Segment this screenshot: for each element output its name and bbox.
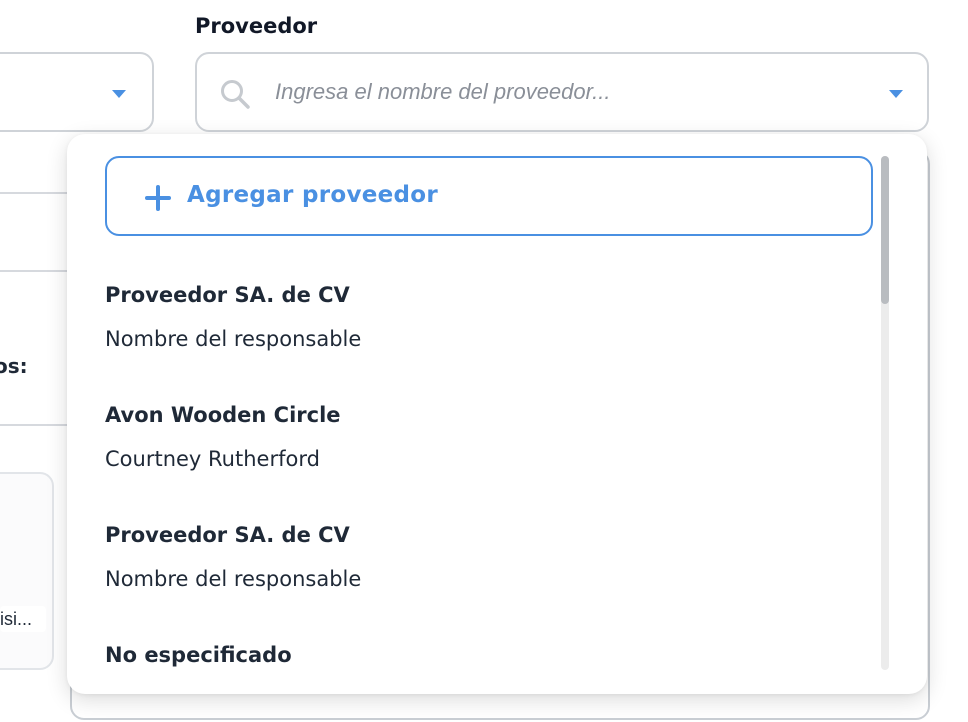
divider xyxy=(0,424,70,426)
search-icon xyxy=(221,80,250,109)
add-supplier-button[interactable]: Agregar proveedor xyxy=(105,156,873,236)
supplier-option[interactable]: Proveedor SA. de CV Nombre del responsab… xyxy=(105,280,865,354)
divider xyxy=(0,270,70,272)
left-select-field[interactable] xyxy=(0,52,154,132)
divider xyxy=(0,192,70,194)
supplier-option[interactable]: Avon Wooden Circle Courtney Rutherford xyxy=(105,400,865,474)
supplier-option[interactable]: Proveedor SA. de CV Nombre del responsab… xyxy=(105,520,865,594)
plus-icon xyxy=(145,185,171,211)
supplier-search-input[interactable] xyxy=(275,72,855,112)
supplier-option-name: Avon Wooden Circle xyxy=(105,403,341,427)
supplier-option-name: Proveedor SA. de CV xyxy=(105,523,350,547)
caret-down-icon[interactable] xyxy=(889,90,903,98)
dropdown-scrollbar[interactable] xyxy=(881,156,889,670)
chip-fragment: isi... xyxy=(0,606,46,632)
supplier-option-contact: Nombre del responsable xyxy=(105,567,362,591)
scrollbar-thumb[interactable] xyxy=(881,156,889,304)
add-supplier-label: Agregar proveedor xyxy=(187,182,439,208)
field-label-fragment: os: xyxy=(0,354,28,378)
supplier-search-field[interactable] xyxy=(195,52,929,132)
caret-down-icon xyxy=(112,90,126,98)
supplier-field-label: Proveedor xyxy=(195,14,318,38)
background-card xyxy=(0,472,54,670)
supplier-option-contact: Nombre del responsable xyxy=(105,327,362,351)
supplier-option[interactable]: No especificado xyxy=(105,640,865,670)
page: os: isi... Proveedor Agregar proveedor P… xyxy=(0,0,968,722)
supplier-option-contact: Courtney Rutherford xyxy=(105,447,320,471)
supplier-option-name: No especificado xyxy=(105,643,292,667)
supplier-dropdown: Agregar proveedor Proveedor SA. de CV No… xyxy=(67,134,927,694)
supplier-option-name: Proveedor SA. de CV xyxy=(105,283,350,307)
